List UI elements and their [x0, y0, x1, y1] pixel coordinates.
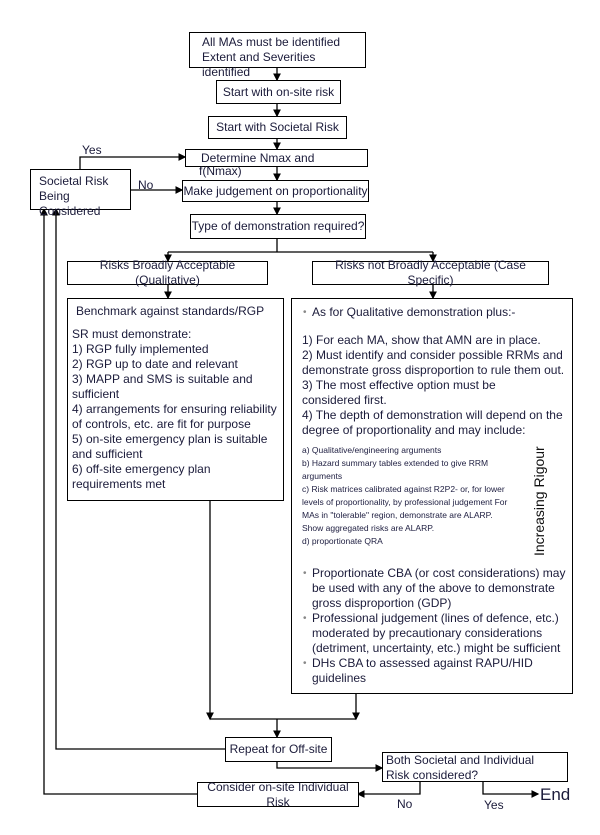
end-terminal: End: [540, 785, 571, 804]
increasing-rigour-label: Increasing Rigour: [531, 446, 547, 556]
list-item: 2) RGP up to date and relevant: [72, 357, 238, 371]
node-type-demonstration: Type of demonstration required?: [190, 214, 366, 239]
panel-intro: As for Qualitative demonstration plus:-: [302, 305, 566, 320]
node-judgement: Make judgement on proportionality: [182, 180, 369, 202]
node-not-broadly-acceptable: Risks not Broadly Acceptable (Case Speci…: [312, 258, 549, 287]
node-text: Type of demonstration required?: [191, 219, 365, 233]
arrow-repeat-both: [276, 761, 384, 772]
panel-heading: Benchmark against standards/RGP: [76, 304, 265, 318]
node-text: Make judgement on proportionality: [183, 183, 368, 198]
node-start-societal: Start with Societal Risk: [208, 116, 347, 139]
bullet-item: Proportionate CBA (or cost consideration…: [302, 566, 566, 611]
label-no-mid: No: [138, 178, 154, 192]
node-text: All MAs must be identified: [202, 35, 341, 49]
node-text: Extent and Severities identified: [202, 50, 316, 79]
label-yes-bottom: Yes: [484, 798, 504, 812]
list-item: 3) The most effective option must be con…: [302, 378, 496, 407]
node-determine-nmax: Determine Nmax and f(Nmax): [185, 149, 368, 178]
node-text: Risks not Broadly Acceptable (Case Speci…: [335, 258, 526, 287]
node-text: Being Considered: [39, 189, 101, 218]
panel-qualitative: Benchmark against standards/RGP SR must …: [67, 298, 284, 501]
sub-item: a) Qualitative/engineering arguments: [302, 445, 442, 455]
node-text: Risk considered?: [386, 768, 479, 782]
sub-item: d) proportionate QRA: [302, 536, 383, 546]
sub-item: c) Risk matrices calibrated against R2P2…: [302, 484, 508, 533]
decision-societal-risk: Societal Risk Being Considered: [30, 169, 131, 218]
list-item: 6) off-site emergency plan requirements …: [72, 462, 211, 491]
node-identify-mas: All MAs must be identified Extent and Se…: [189, 32, 366, 79]
node-text: Both Societal and Individual: [386, 753, 535, 767]
label-no-bottom: No: [397, 797, 413, 811]
list-item: 1) For each MA, show that AMN are in pla…: [302, 333, 541, 347]
decision-both-risks: Both Societal and Individual Risk consid…: [382, 752, 568, 782]
node-text: Repeat for Off-site: [229, 742, 328, 756]
node-text: f(Nmax): [199, 164, 242, 178]
list-item: 2) Must identify and consider possible R…: [302, 348, 565, 377]
label-yes-top: Yes: [82, 143, 102, 157]
rigour-list: a) Qualitative/engineering arguments b) …: [302, 444, 512, 548]
bullet-list: Proportionate CBA (or cost consideration…: [302, 566, 566, 686]
node-individual-risk: Consider on-site Individual Risk: [197, 779, 359, 809]
sub-item: b) Hazard summary tables extended to giv…: [302, 458, 489, 481]
bullet-item: DHs CBA to assessed against RAPU/HID gui…: [302, 656, 566, 686]
arrow-individual-loop: [40, 207, 197, 795]
node-start-onsite: Start with on-site risk: [216, 80, 341, 104]
node-broadly-acceptable: Risks Broadly Acceptable (Qualitative): [67, 258, 268, 287]
node-text: Societal Risk: [39, 174, 109, 188]
list-item: 4) The depth of demonstration will depen…: [302, 408, 563, 437]
bullet-item: Professional judgement (lines of defence…: [302, 611, 566, 656]
list-item: 3) MAPP and SMS is suitable and sufficie…: [72, 372, 253, 401]
node-text: Consider on-site Individual Risk: [207, 779, 349, 809]
list-item: 4) arrangements for ensuring reliability…: [72, 402, 277, 431]
node-text: Start with on-site risk: [222, 84, 335, 99]
node-text: Start with Societal Risk: [216, 120, 339, 134]
node-repeat-offsite: Repeat for Off-site: [225, 737, 332, 762]
list-item: 1) RGP fully implemented: [72, 342, 209, 356]
list-item: 5) on-site emergency plan is suitable an…: [72, 432, 268, 461]
panel-intro: SR must demonstrate:: [72, 327, 192, 341]
node-text: Risks Broadly Acceptable (Qualitative): [99, 258, 236, 287]
arrow-yes-branch: [79, 153, 187, 169]
